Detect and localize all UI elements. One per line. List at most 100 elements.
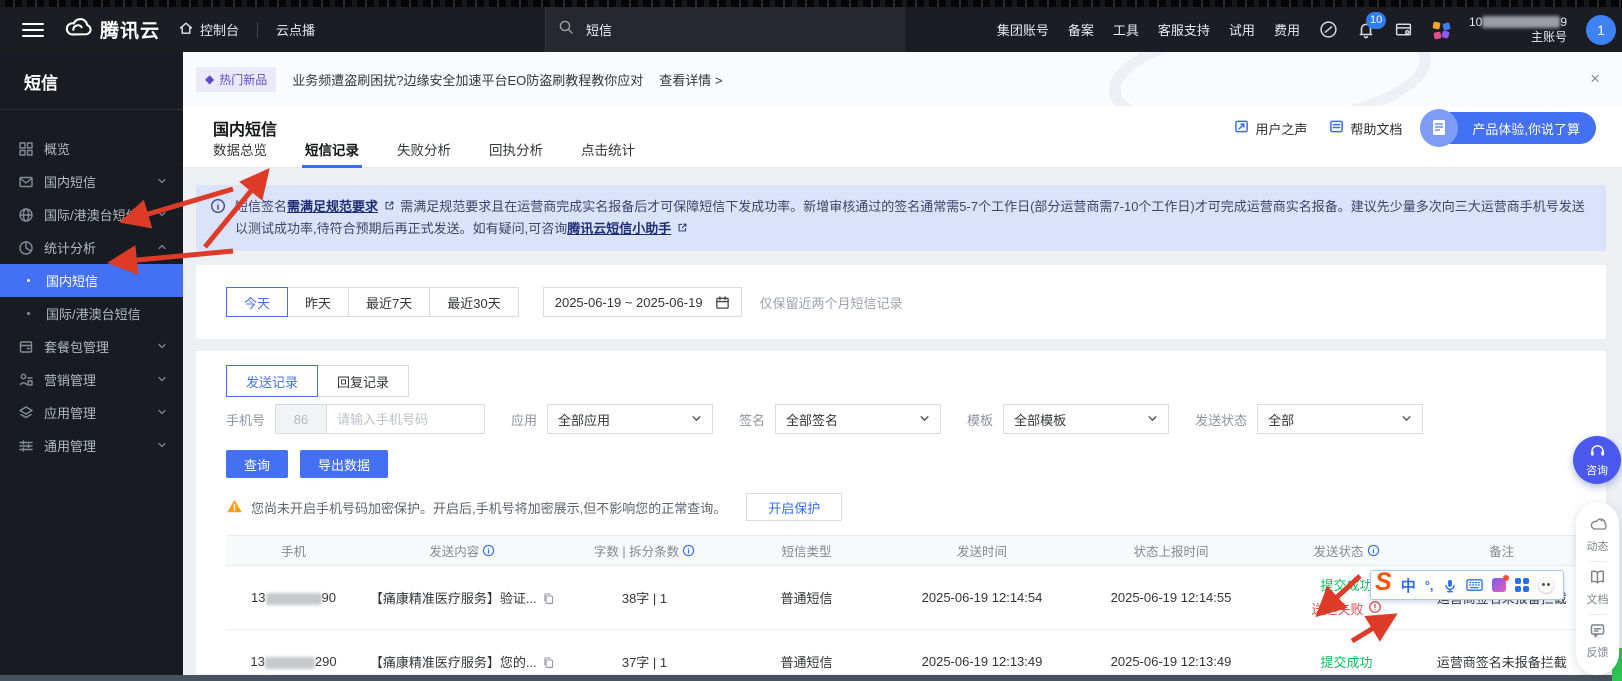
tab-data-overview[interactable]: 数据总览 xyxy=(213,136,267,167)
date-quick-group: 今天 昨天 最近7天 最近30天 xyxy=(226,287,519,317)
sidebar-item-intl-sms[interactable]: 国际/港澳台短信 xyxy=(0,198,183,231)
console-link[interactable]: 控制台 xyxy=(178,20,239,39)
chevron-down-icon xyxy=(1401,412,1412,427)
info-icon[interactable] xyxy=(482,544,495,557)
layers-icon xyxy=(18,405,34,421)
consult-button[interactable]: 咨询 xyxy=(1573,436,1621,484)
cloud-logo-icon xyxy=(62,14,92,46)
page-tabs: 数据总览 短信记录 失败分析 回执分析 点击统计 xyxy=(183,136,1622,168)
sogou-logo-icon[interactable]: S xyxy=(1375,570,1392,595)
notification-bell-icon[interactable]: 10 xyxy=(1357,21,1375,39)
tencent-cloud-logo[interactable]: 腾讯云 xyxy=(62,14,160,46)
chevron-down-icon xyxy=(157,438,167,453)
sidebar-item-marketing-mgmt[interactable]: 营销管理 xyxy=(0,363,183,396)
tab-receipt-analysis[interactable]: 回执分析 xyxy=(489,136,543,167)
date-last7-button[interactable]: 最近7天 xyxy=(348,287,430,317)
sidebar-subitem-intl-sms[interactable]: 国际/港澳台短信 xyxy=(0,297,183,330)
info-icon[interactable] xyxy=(682,544,695,557)
sidebar-item-statistics[interactable]: 统计分析 xyxy=(0,231,183,264)
col-content: 发送内容 xyxy=(361,536,564,566)
reply-records-tab[interactable]: 回复记录 xyxy=(317,365,409,397)
info-icon[interactable] xyxy=(1367,544,1380,557)
tab-sms-records[interactable]: 短信记录 xyxy=(305,136,359,167)
col-report-time: 状态上报时间 xyxy=(1077,536,1266,566)
nav-billing[interactable]: 费用 xyxy=(1274,20,1300,39)
emoji-face-icon[interactable] xyxy=(1538,577,1554,593)
bullet-dot xyxy=(27,279,30,282)
send-status-label: 发送状态 xyxy=(1195,410,1247,429)
sidebar-item-package-mgmt[interactable]: 套餐包管理 xyxy=(0,330,183,363)
sms-assistant-link[interactable]: 腾讯云短信小助手 xyxy=(567,221,671,236)
sidebar-item-app-mgmt[interactable]: 应用管理 xyxy=(0,396,183,429)
search-icon xyxy=(558,19,574,40)
tab-click-stats[interactable]: 点击统计 xyxy=(581,136,635,167)
sidebar-item-general-mgmt[interactable]: 通用管理 xyxy=(0,429,183,462)
close-icon[interactable]: × xyxy=(1590,69,1600,89)
copy-icon[interactable] xyxy=(542,593,555,608)
date-range-picker[interactable]: 2025-06-19 ~ 2025-06-19 xyxy=(543,287,742,317)
spec-requirement-link[interactable]: 需满足规范要求 xyxy=(287,199,378,214)
sliders-icon xyxy=(18,438,34,454)
screenshot-bottom-border xyxy=(0,675,1622,681)
colorful-apps-icon[interactable] xyxy=(1432,21,1450,39)
phone-number-input[interactable] xyxy=(327,404,485,434)
table-row[interactable]: 13290 【痛康精准医疗服务】您的... 37字 | 1 普通短信 2025-… xyxy=(226,630,1576,675)
hamburger-menu-icon[interactable] xyxy=(22,23,44,37)
ime-punctuation[interactable]: °, xyxy=(1425,578,1434,593)
sidebar-subitem-domestic-sms-active[interactable]: 国内短信 xyxy=(0,264,183,297)
template-select[interactable]: 全部模板 xyxy=(1003,404,1169,434)
toolbox-grid-icon[interactable] xyxy=(1515,578,1529,592)
keyboard-icon[interactable] xyxy=(1466,578,1483,592)
feed-item[interactable]: 动态 xyxy=(1587,510,1609,561)
app-window: 腾讯云 控制台 云点播 短信 集团账号 备案 工具 客服支持 试 xyxy=(0,0,1622,681)
user-voice-link[interactable]: 用户之声 xyxy=(1234,119,1307,138)
global-search-input[interactable]: 短信 xyxy=(545,7,905,52)
send-status-select[interactable]: 全部 xyxy=(1257,404,1423,434)
account-info[interactable]: 109 主账号 xyxy=(1469,15,1567,45)
type-cell: 普通短信 xyxy=(726,566,888,630)
nav-support[interactable]: 客服支持 xyxy=(1158,20,1210,39)
status-delivery-failed: 送达失败 xyxy=(1311,600,1381,620)
product-tab-vod[interactable]: 云点播 xyxy=(276,20,315,39)
encryption-warning: 您尚未开启手机号码加密保护。开启后,手机号将加密展示,但不影响您的正常查询。 开… xyxy=(226,493,1576,521)
account-id: 109 xyxy=(1469,15,1567,30)
nav-group-account[interactable]: 集团账号 xyxy=(997,20,1049,39)
ime-toolbar[interactable]: S 中 °, xyxy=(1370,570,1564,600)
billing-doc-icon[interactable] xyxy=(1394,20,1413,39)
microphone-icon[interactable] xyxy=(1443,578,1457,593)
date-yesterday-button[interactable]: 昨天 xyxy=(287,287,349,317)
help-docs-link[interactable]: 帮助文档 xyxy=(1329,119,1402,138)
error-exclamation-icon[interactable] xyxy=(1368,600,1382,620)
ime-mode-chinese[interactable]: 中 xyxy=(1401,575,1416,596)
user-avatar[interactable]: 1 xyxy=(1586,15,1616,45)
app-select[interactable]: 全部应用 xyxy=(547,404,713,434)
col-send-time: 发送时间 xyxy=(888,536,1077,566)
export-data-button[interactable]: 导出数据 xyxy=(300,450,388,478)
nav-tools[interactable]: 工具 xyxy=(1113,20,1139,39)
query-button[interactable]: 查询 xyxy=(226,450,288,478)
chevron-down-icon xyxy=(157,405,167,420)
chars-cell: 37字 | 1 xyxy=(564,630,726,675)
feedback-circle-icon[interactable] xyxy=(1319,20,1338,39)
doc-item[interactable]: 文档 xyxy=(1587,562,1609,614)
nav-icp[interactable]: 备案 xyxy=(1068,20,1094,39)
external-link-icon xyxy=(380,199,398,214)
send-records-tab[interactable]: 发送记录 xyxy=(226,365,318,397)
promo-details-link[interactable]: 查看详情 > xyxy=(659,70,722,89)
signature-select[interactable]: 全部签名 xyxy=(775,404,941,434)
notice-text: 短信签名需满足规范要求 需满足规范要求且在运营商完成实名报备后才可保障短信下发成… xyxy=(235,196,1588,251)
nav-trial[interactable]: 试用 xyxy=(1229,20,1255,39)
skin-icon[interactable] xyxy=(1492,578,1506,592)
feedback-item[interactable]: 反馈 xyxy=(1587,615,1609,667)
date-today-button[interactable]: 今天 xyxy=(226,287,288,317)
sidebar-item-overview[interactable]: 概览 xyxy=(0,132,183,165)
enable-protection-button[interactable]: 开启保护 xyxy=(746,493,842,521)
chevron-down-icon xyxy=(157,339,167,354)
tab-failure-analysis[interactable]: 失败分析 xyxy=(397,136,451,167)
date-last30-button[interactable]: 最近30天 xyxy=(429,287,518,317)
doc-icon xyxy=(1329,119,1344,137)
notice-alert: 短信签名需满足规范要求 需满足规范要求且在运营商完成实名报备后才可保障短信下发成… xyxy=(196,185,1606,251)
phone-country-code[interactable]: 86 xyxy=(275,404,327,434)
copy-icon[interactable] xyxy=(542,657,555,672)
sidebar-item-domestic-sms[interactable]: 国内短信 xyxy=(0,165,183,198)
